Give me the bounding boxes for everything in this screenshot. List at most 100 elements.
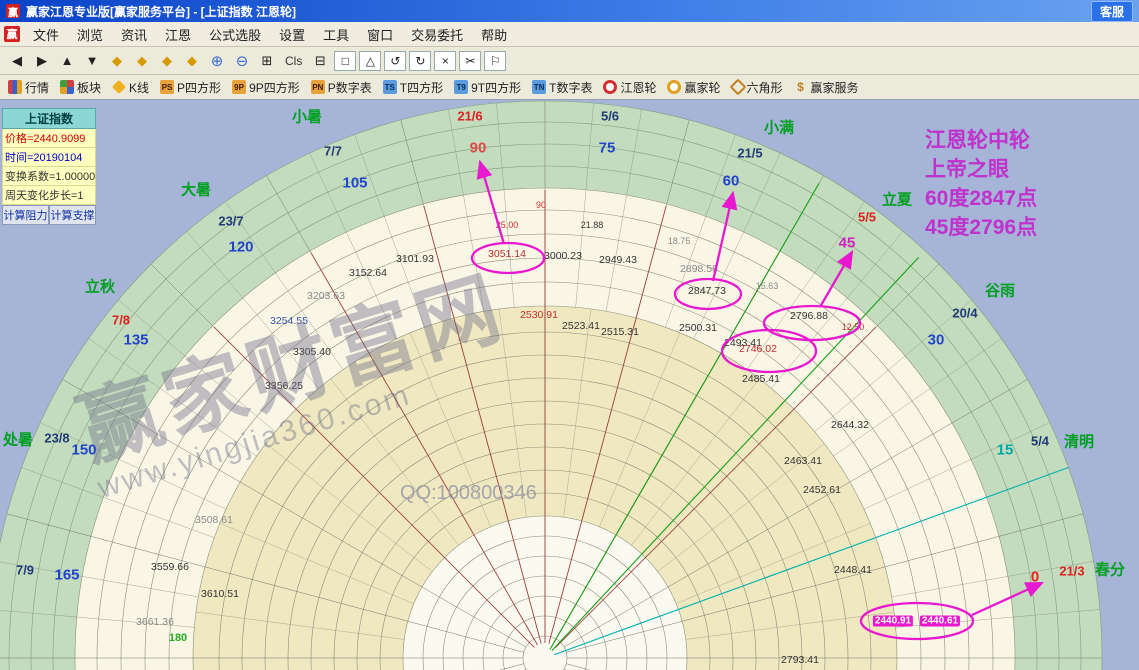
panel-row-1: 价格=2440.9099 (2, 129, 96, 148)
menu-item-3[interactable]: 资讯 (112, 23, 156, 46)
gann-wheel-svg[interactable]: 3101.93 3051.14 3000.23 2949.43 2898.58 2847.… (0, 100, 1139, 670)
forward-icon[interactable]: ▶ (31, 51, 53, 71)
diamond-tool-1[interactable]: ◆ (106, 51, 128, 71)
flag-tool[interactable]: ⚐ (484, 50, 507, 71)
view-item-4[interactable]: PS P四方形 (160, 79, 221, 96)
diamond-tool-2[interactable]: ◆ (131, 51, 153, 71)
rotate-right-tool[interactable]: ↻ (409, 50, 432, 71)
menu-item-1[interactable]: 文件 (24, 23, 68, 46)
view-item-10[interactable]: 江恩轮 (603, 79, 656, 96)
wheel-number: 2485.41 (742, 373, 780, 385)
view-item-label: T数字表 (549, 80, 593, 95)
delete-tool[interactable]: × (434, 50, 457, 71)
wheel-number: 3203.63 (307, 290, 345, 302)
menu-item-2[interactable]: 浏览 (68, 23, 112, 46)
view-item-label: T四方形 (399, 80, 444, 95)
wheel-number: 2530.91 (520, 309, 558, 321)
quote-panel: 上证指数 价格=2440.9099 时间=20190104 变换系数=1.00000… (2, 108, 96, 225)
view-item-label: 江恩轮 (620, 80, 657, 95)
window-title: 赢家江恩专业版[赢家服务平台] - [上证指数 江恩轮] (26, 4, 296, 19)
calc-resistance-button[interactable]: 计算阻力 (2, 205, 49, 225)
view-item-label: K线 (129, 80, 150, 95)
view-item-label: 板块 (77, 80, 102, 95)
view-item-11[interactable]: 赢家轮 (667, 79, 721, 96)
view-item-6[interactable]: PN P数字表 (310, 79, 372, 96)
menu-item-6[interactable]: 设置 (270, 23, 314, 46)
grid-window-icon[interactable]: ⊞ (256, 51, 278, 71)
t9-badge-icon: T9 (454, 80, 469, 94)
view-item-5[interactable]: 9P 9P四方形 (232, 79, 300, 96)
cls-button[interactable]: Cls (281, 51, 306, 71)
view-item-2[interactable]: 板块 (60, 79, 101, 96)
up-icon[interactable]: ▲ (56, 51, 78, 71)
wheel-number: 2898.58 (680, 263, 718, 275)
wheel-number: 2644.32 (831, 419, 869, 431)
chart-area[interactable]: 3101.93 3051.14 3000.23 2949.43 2898.58 2847.… (0, 100, 1139, 670)
main-toolbar-icons: ◀ ▶ ▲ ▼ ◆ ◆ ◆ ◆ ⊕ ⊖ ⊞ Cls ⊟ □ △ ↺ ↻ × ✂ ⚐ (6, 50, 507, 71)
view-item-8[interactable]: T9 9T四方形 (454, 79, 521, 96)
panel-row-4: 周天变化步长=1 (2, 186, 96, 205)
view-item-12[interactable]: 六角形 (729, 78, 783, 96)
customer-service-button[interactable]: 客服 (1090, 0, 1133, 22)
down-icon[interactable]: ▼ (81, 51, 103, 71)
menu-bar: 赢 文件 浏览 资讯 江恩 公式选股 设置 工具 窗口 交易委托 帮助 (0, 22, 1139, 47)
view-toolbar-items: 行情 板块 K线 PS P四方形 9P 9P四方形 PN P数字表 TS T四方形 T9 9T四方形 TN… (8, 78, 859, 96)
menu-item-10[interactable]: 帮助 (472, 23, 516, 46)
hexagon-icon (729, 78, 746, 96)
wheel-number: 2500.31 (679, 322, 717, 334)
wheel-number: 2949.43 (599, 254, 637, 266)
rotate-left-tool[interactable]: ↺ (384, 50, 407, 71)
menu-item-5[interactable]: 公式选股 (200, 23, 270, 46)
view-item-7[interactable]: TS T四方形 (382, 79, 444, 96)
kline-icon (111, 79, 127, 95)
view-item-label: 六角形 (746, 80, 783, 95)
quote-icon (8, 80, 22, 94)
wheel-number: 2452.61 (803, 484, 841, 496)
calc-support-button[interactable]: 计算支撑 (49, 205, 96, 225)
menu-item-4[interactable]: 江恩 (156, 23, 200, 46)
triangle-tool[interactable]: △ (359, 50, 382, 71)
wheel-number: 21.88 (581, 220, 604, 230)
wheel-number: 3508.61 (195, 514, 233, 526)
quad-window-icon[interactable]: ⊟ (309, 51, 331, 71)
menu-item-9[interactable]: 交易委托 (402, 23, 472, 46)
title-bar: 赢 赢家江恩专业版[赢家服务平台] - [上证指数 江恩轮] 客服 (0, 0, 1139, 22)
view-item-3[interactable]: K线 (111, 79, 150, 96)
view-item-13[interactable]: $ 赢家服务 (794, 79, 859, 96)
wheel-number: 18.75 (668, 236, 691, 246)
wheel-number: 15.63 (756, 281, 779, 291)
wheel-number: 3559.66 (151, 561, 189, 573)
9p-badge-icon: 9P (232, 80, 247, 94)
rect-tool[interactable]: □ (334, 50, 357, 71)
wheel-number: 2523.41 (562, 320, 600, 332)
diamond-tool-3[interactable]: ◆ (156, 51, 178, 71)
zoom-in-icon[interactable]: ⊕ (206, 51, 228, 71)
quote-panel-title: 上证指数 (2, 108, 96, 129)
wheel-number: 3254.55 (270, 315, 308, 327)
diamond-tool-4[interactable]: ◆ (181, 51, 203, 71)
menu-item-8[interactable]: 窗口 (358, 23, 402, 46)
tn-badge-icon: TN (532, 80, 547, 94)
menu-items: 文件 浏览 资讯 江恩 公式选股 设置 工具 窗口 交易委托 帮助 (24, 23, 516, 46)
view-item-1[interactable]: 行情 (8, 79, 49, 96)
panel-row-3: 变换系数=1.00000 (2, 167, 96, 186)
wheel-number: 3000.23 (544, 250, 582, 262)
app-icon: 赢 (6, 4, 20, 19)
view-item-9[interactable]: TN T数字表 (532, 79, 592, 96)
wheel-number: 2448.41 (834, 564, 872, 576)
cut-tool[interactable]: ✂ (459, 50, 482, 71)
view-item-label: 行情 (25, 80, 50, 95)
wheel-number: 2793.41 (781, 654, 819, 666)
back-icon[interactable]: ◀ (6, 51, 28, 71)
view-item-label: P四方形 (177, 80, 222, 95)
view-item-label: P数字表 (327, 80, 372, 95)
view-item-label: 9P四方形 (249, 80, 300, 95)
view-item-label: 赢家服务 (810, 80, 859, 95)
wheel-number: 2515.31 (601, 326, 639, 338)
wheel-number: 3051.14 (488, 248, 526, 260)
menu-item-7[interactable]: 工具 (314, 23, 358, 46)
panel-row-2: 时间=20190104 (2, 148, 96, 167)
view-item-label: 赢家轮 (684, 80, 721, 95)
wheel-number: 2746.02 (739, 343, 777, 355)
zoom-out-icon[interactable]: ⊖ (231, 51, 253, 71)
